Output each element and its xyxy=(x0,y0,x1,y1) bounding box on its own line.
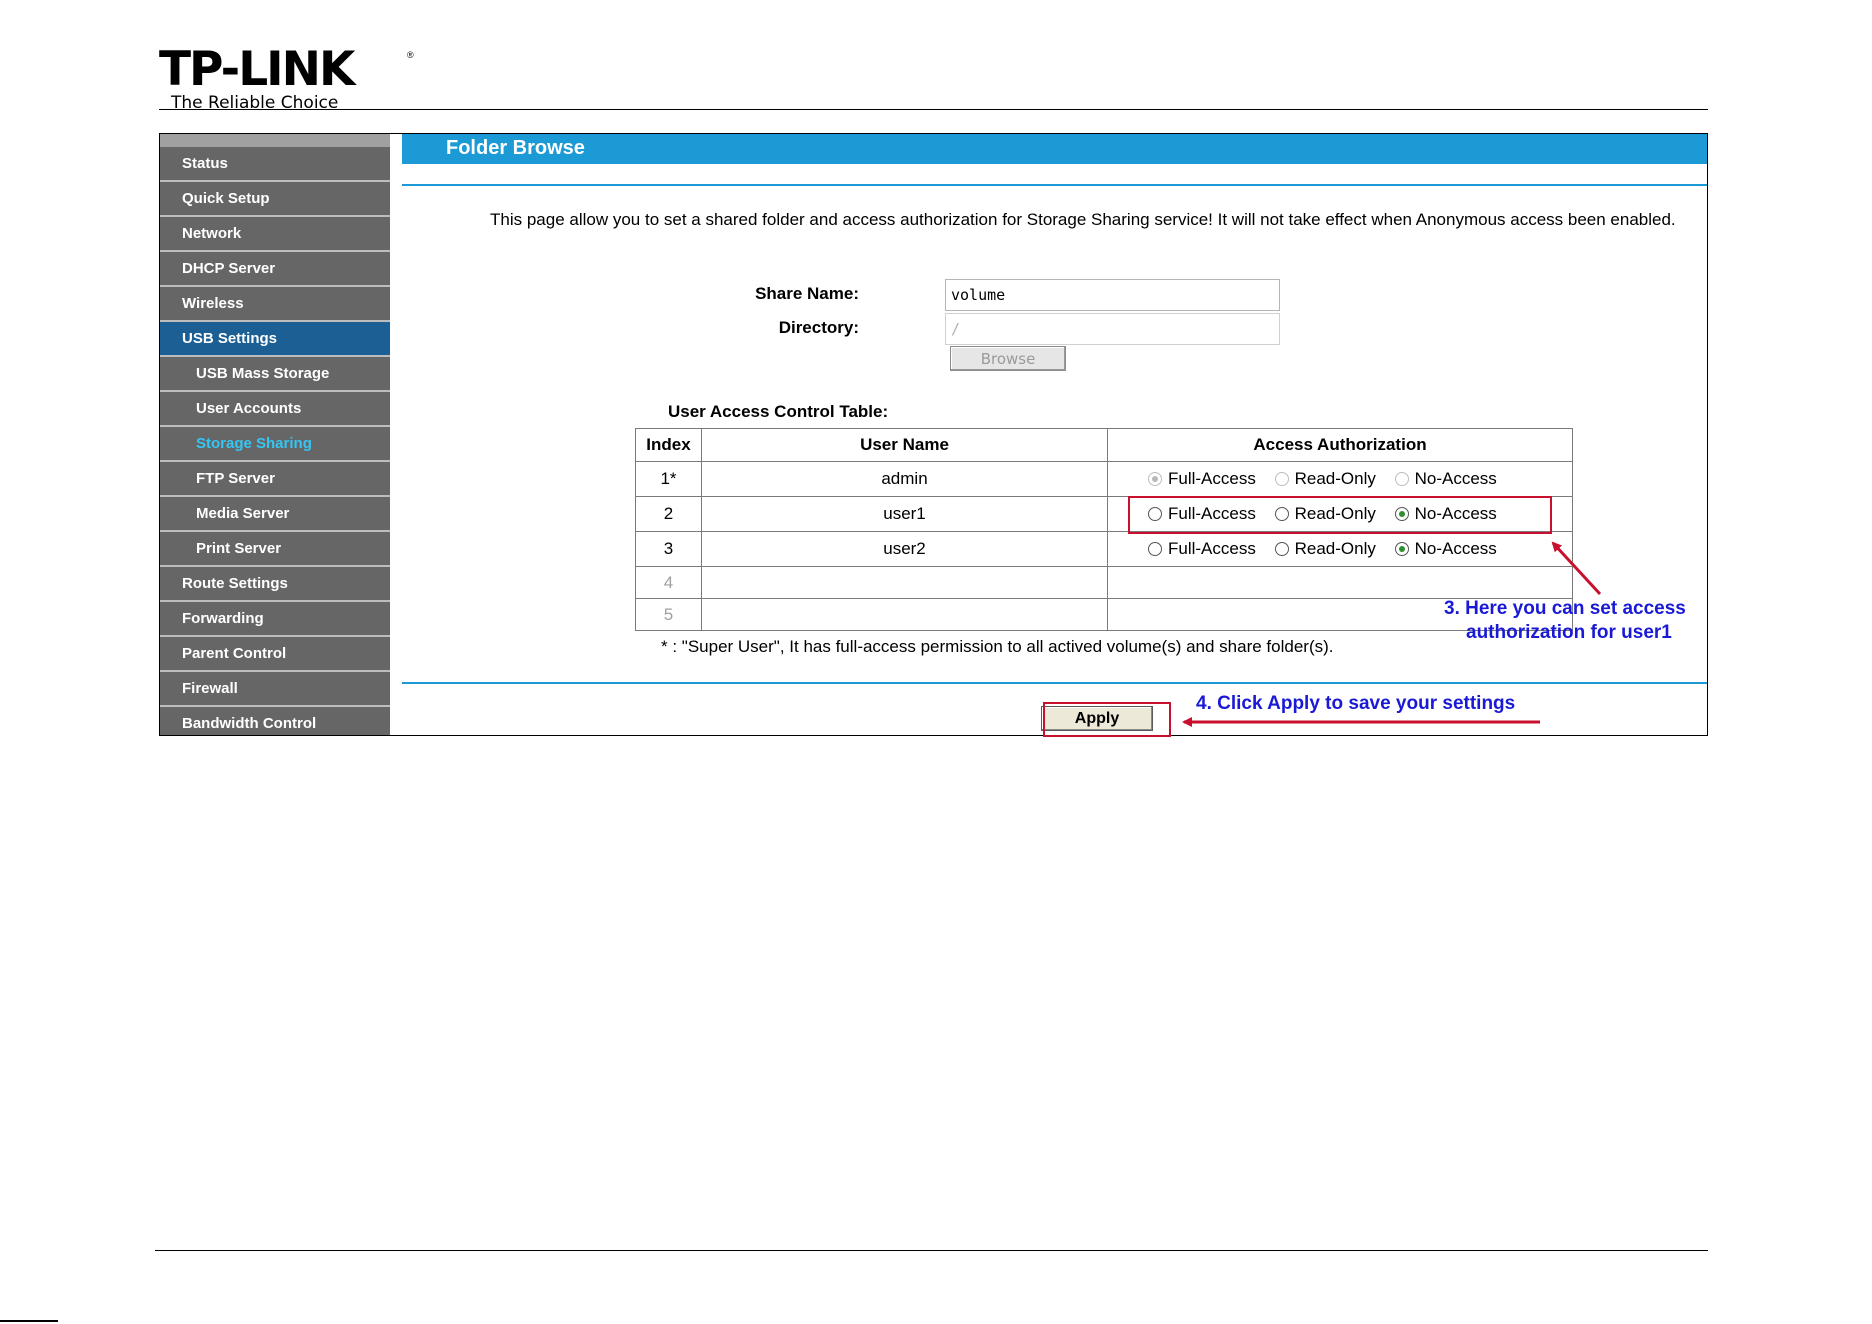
sidebar-item-forwarding[interactable]: Forwarding xyxy=(160,602,390,637)
sidebar-item-wireless[interactable]: Wireless xyxy=(160,287,390,322)
sidebar-item-print-server[interactable]: Print Server xyxy=(160,532,390,567)
radio-read-only[interactable]: Read-Only xyxy=(1274,469,1376,489)
radio-button[interactable] xyxy=(1148,507,1162,521)
share-name-label: Share Name: xyxy=(755,284,859,303)
sidebar-item-usb-settings[interactable]: USB Settings xyxy=(160,322,390,357)
sidebar-item-media-server[interactable]: Media Server xyxy=(160,497,390,532)
user-access-control-table: Index User Name Access Authorization 1* … xyxy=(635,428,1573,631)
registered-mark: ® xyxy=(407,50,414,60)
radio-button[interactable] xyxy=(1274,472,1289,486)
row-index: 3 xyxy=(635,531,702,567)
radio-read-only[interactable]: Read-Only xyxy=(1274,539,1376,559)
sidebar-item-route-settings[interactable]: Route Settings xyxy=(160,567,390,602)
radio-full-access[interactable]: Full-Access xyxy=(1148,504,1256,524)
sidebar-item-usb-mass-storage[interactable]: USB Mass Storage xyxy=(160,357,390,392)
row-index: 2 xyxy=(635,496,702,532)
table-header-row: Index User Name Access Authorization xyxy=(635,428,1573,462)
sidebar-nav: Status Quick Setup Network DHCP Server W… xyxy=(160,134,390,735)
sidebar-item-bandwidth-control[interactable]: Bandwidth Control xyxy=(160,707,390,735)
sidebar-item-parent-control[interactable]: Parent Control xyxy=(160,637,390,672)
table-row: 2 user1 Full-Access Read-Only No-Access xyxy=(635,496,1573,532)
sidebar-item-firewall[interactable]: Firewall xyxy=(160,672,390,707)
row-user-name: user2 xyxy=(701,531,1108,567)
main-panel: Folder Browse This page allow you to set… xyxy=(390,134,1707,735)
title-bar: Folder Browse xyxy=(402,134,1707,164)
page-title: Folder Browse xyxy=(446,137,585,159)
browse-button[interactable]: Browse xyxy=(950,346,1066,371)
header-access-authorization: Access Authorization xyxy=(1107,428,1573,462)
access-radio-group xyxy=(1107,566,1573,599)
router-admin-frame: Status Quick Setup Network DHCP Server W… xyxy=(159,133,1708,736)
table-row: 1* admin Full-Access Read-Only No-Access xyxy=(635,461,1573,497)
row-index: 4 xyxy=(635,566,702,599)
row-user-name xyxy=(701,566,1108,599)
header-divider xyxy=(159,109,1708,110)
sidebar-top-strip xyxy=(160,134,390,147)
row-index: 5 xyxy=(635,598,702,631)
radio-no-access[interactable]: No-Access xyxy=(1394,504,1497,524)
header-user-name: User Name xyxy=(701,428,1108,462)
super-user-footnote: * : "Super User", It has full-access per… xyxy=(661,637,1334,656)
radio-no-access[interactable]: No-Access xyxy=(1394,539,1497,559)
radio-button[interactable] xyxy=(1274,542,1289,556)
page-description: This page allow you to set a shared fold… xyxy=(490,210,1676,229)
sidebar-item-status[interactable]: Status xyxy=(160,147,390,182)
footer-rule xyxy=(402,682,1707,684)
table-row: 5 xyxy=(635,598,1573,631)
user-access-table-title: User Access Control Table: xyxy=(668,402,889,421)
row-user-name: admin xyxy=(701,461,1108,497)
footer-divider xyxy=(155,1250,1708,1251)
access-radio-group xyxy=(1107,598,1573,631)
corner-mark xyxy=(0,1320,58,1322)
sidebar-item-user-accounts[interactable]: User Accounts xyxy=(160,392,390,427)
directory-label: Directory: xyxy=(778,318,859,337)
directory-input[interactable]: / xyxy=(945,313,1280,345)
row-user-name xyxy=(701,598,1108,631)
radio-button[interactable] xyxy=(1274,507,1289,521)
title-underline xyxy=(402,184,1707,186)
radio-no-access[interactable]: No-Access xyxy=(1394,469,1497,489)
row-index: 1* xyxy=(635,461,702,497)
access-radio-group: Full-Access Read-Only No-Access xyxy=(1107,496,1573,532)
sidebar-item-ftp-server[interactable]: FTP Server xyxy=(160,462,390,497)
share-name-input[interactable]: volume xyxy=(945,279,1280,311)
sidebar-item-dhcp-server[interactable]: DHCP Server xyxy=(160,252,390,287)
row-user-name: user1 xyxy=(701,496,1108,532)
radio-button[interactable] xyxy=(1148,542,1162,556)
access-radio-group: Full-Access Read-Only No-Access xyxy=(1107,461,1573,497)
radio-full-access[interactable]: Full-Access xyxy=(1148,469,1256,489)
table-row: 4 xyxy=(635,566,1573,599)
radio-button[interactable] xyxy=(1148,472,1162,486)
radio-full-access[interactable]: Full-Access xyxy=(1148,539,1256,559)
sidebar-item-storage-sharing[interactable]: Storage Sharing xyxy=(160,427,390,462)
sidebar-item-network[interactable]: Network xyxy=(160,217,390,252)
header-index: Index xyxy=(635,428,702,462)
apply-button[interactable]: Apply xyxy=(1041,706,1153,731)
radio-button[interactable] xyxy=(1394,542,1409,556)
tp-link-logo: TP-LINK ® The Reliable Choice xyxy=(159,42,414,113)
logo-brand: TP-LINK xyxy=(159,42,355,97)
radio-button[interactable] xyxy=(1394,472,1409,486)
sidebar-item-quick-setup[interactable]: Quick Setup xyxy=(160,182,390,217)
table-row: 3 user2 Full-Access Read-Only No-Access xyxy=(635,531,1573,567)
radio-button[interactable] xyxy=(1394,507,1409,521)
access-radio-group: Full-Access Read-Only No-Access xyxy=(1107,531,1573,567)
radio-read-only[interactable]: Read-Only xyxy=(1274,504,1376,524)
logo-tagline: The Reliable Choice xyxy=(171,93,339,113)
